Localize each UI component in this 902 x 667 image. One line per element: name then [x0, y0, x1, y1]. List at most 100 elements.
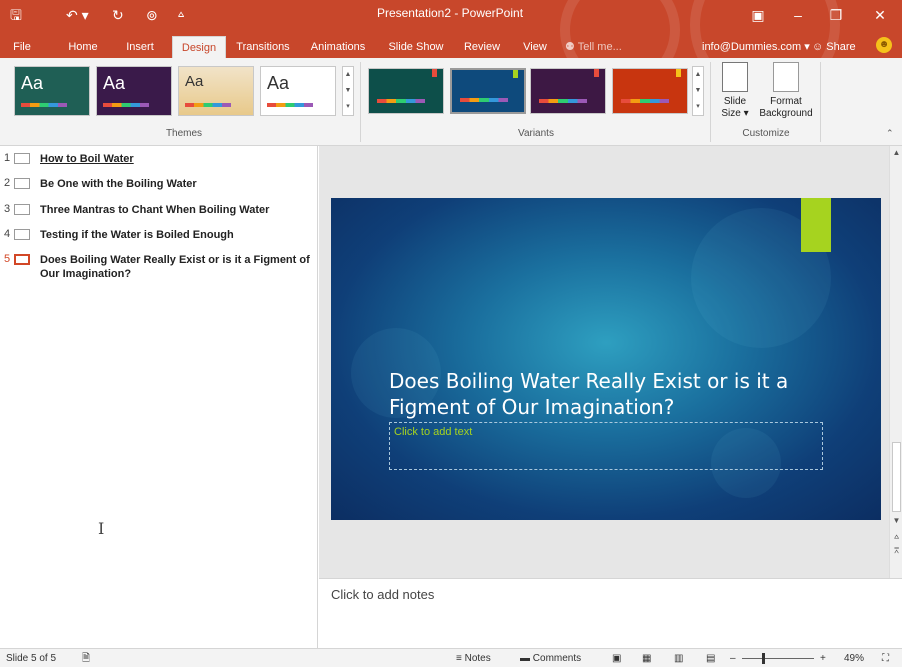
current-slide[interactable]: Does Boiling Water Really Exist or is it…	[331, 198, 881, 520]
group-separator	[710, 62, 711, 142]
zoom-in-icon[interactable]: +	[820, 652, 826, 665]
themes-gallery-scroll[interactable]: ▲ ▼ ▾	[342, 66, 354, 116]
outline-text[interactable]: Does Boiling Water Really Exist or is it…	[40, 253, 310, 281]
zoom-slider[interactable]	[742, 658, 814, 659]
share-button[interactable]: ☺ Share	[812, 36, 856, 58]
zoom-slider-thumb[interactable]	[762, 653, 765, 664]
chevron-down-icon: ▾	[804, 41, 810, 53]
save-icon[interactable]: 🖫	[10, 4, 22, 26]
tell-me-text: Tell me...	[577, 41, 622, 53]
tell-me-box[interactable]: ⚉ Tell me...	[565, 36, 622, 58]
slide-editing-area[interactable]: Does Boiling Water Really Exist or is it…	[319, 146, 889, 578]
ribbon-tabs: File Home Insert Design Transitions Anim…	[0, 34, 902, 58]
zoom-level[interactable]: 49%	[844, 652, 864, 665]
normal-view-icon[interactable]: ▣	[612, 652, 621, 665]
account-menu[interactable]: info@Dummies.com ▾	[702, 36, 810, 58]
slide-icon	[14, 178, 30, 189]
theme-aa: Aa	[185, 73, 204, 90]
theme-thumbnail[interactable]: Aa	[14, 66, 90, 116]
undo-icon[interactable]: ↶ ▾	[66, 4, 89, 26]
variant-thumbnail[interactable]	[530, 68, 606, 114]
minimize-button[interactable]: –	[782, 3, 814, 27]
variants-group-label: Variants	[518, 128, 554, 139]
slide-title[interactable]: Does Boiling Water Really Exist or is it…	[389, 368, 829, 420]
outline-pane[interactable]: 1 How to Boil Water 2 Be One with the Bo…	[0, 146, 318, 648]
tab-slide-show[interactable]: Slide Show	[386, 36, 446, 58]
fit-to-window-icon[interactable]: ⛶	[882, 652, 889, 665]
slide-show-icon[interactable]: ▤	[706, 652, 715, 665]
theme-thumbnail[interactable]: Aa	[260, 66, 336, 116]
next-slide-icon[interactable]: ⩞	[892, 546, 901, 556]
scroll-up-icon[interactable]: ▲	[892, 148, 901, 157]
slide-icon	[14, 204, 30, 215]
tab-insert[interactable]: Insert	[120, 36, 160, 58]
slide-icon	[14, 153, 30, 164]
slide-size-button[interactable]: Slide Size ▾	[714, 62, 756, 120]
variant-thumbnail[interactable]	[612, 68, 688, 114]
notes-icon: ≡	[456, 653, 462, 664]
repeat-icon[interactable]: ↻	[112, 4, 124, 26]
account-email: info@Dummies.com	[702, 41, 802, 53]
slide-number: 2	[4, 177, 11, 189]
start-from-beginning-icon[interactable]: ⊚	[146, 4, 158, 26]
notes-pane[interactable]: Click to add notes	[319, 578, 902, 648]
restore-button[interactable]: ❐	[820, 3, 852, 27]
outline-text[interactable]: Be One with the Boiling Water	[40, 177, 310, 191]
paint-bucket-icon	[773, 62, 799, 92]
notes-placeholder[interactable]: Click to add notes	[331, 587, 434, 602]
tab-animations[interactable]: Animations	[306, 36, 370, 58]
format-background-button[interactable]: Format Background	[756, 62, 816, 120]
slide-accent-bar	[801, 198, 831, 252]
format-background-label-2: Background	[759, 108, 813, 119]
slide-count: Slide 5 of 5	[6, 653, 57, 664]
scrollbar-thumb[interactable]	[892, 442, 901, 512]
tab-transitions[interactable]: Transitions	[232, 36, 294, 58]
themes-group-label: Themes	[165, 128, 203, 139]
tab-review[interactable]: Review	[460, 36, 504, 58]
variant-thumbnail[interactable]	[368, 68, 444, 114]
variant-thumbnail[interactable]	[450, 68, 526, 114]
slide-size-icon	[722, 62, 748, 92]
theme-thumbnail[interactable]: Aa	[178, 66, 254, 116]
slide-icon	[14, 254, 30, 265]
collapse-ribbon-icon[interactable]: ⌃	[886, 128, 894, 139]
chevron-down-icon: ▾	[743, 108, 749, 119]
tab-view[interactable]: View	[518, 36, 552, 58]
outline-text[interactable]: Three Mantras to Chant When Boiling Wate…	[40, 203, 310, 217]
status-bar: Slide 5 of 5 🗎 ≡ Notes ▬ Comments ▣ ▦ ▥ …	[0, 648, 902, 667]
design-ribbon: Aa Aa Aa Aa ▲ ▼ ▾ Themes ▲ ▼ ▾ Variants Slid…	[0, 58, 902, 146]
outline-text[interactable]: How to Boil Water	[40, 152, 310, 166]
group-separator	[360, 62, 361, 142]
subtitle-placeholder[interactable]: Click to add text	[389, 422, 823, 470]
person-icon: ☺	[812, 41, 824, 53]
tab-design[interactable]: Design	[172, 36, 226, 58]
theme-aa: Aa	[267, 73, 290, 93]
variants-gallery-scroll[interactable]: ▲ ▼ ▾	[692, 66, 704, 116]
slide-icon	[14, 229, 30, 240]
slide-size-label-2: Size	[721, 108, 741, 119]
outline-text[interactable]: Testing if the Water is Boiled Enough	[40, 228, 310, 242]
zoom-out-icon[interactable]: –	[730, 652, 736, 665]
reading-view-icon[interactable]: ▥	[674, 652, 683, 665]
previous-slide-icon[interactable]: ⩟	[892, 532, 901, 542]
text-cursor-icon: I	[98, 519, 105, 538]
scroll-down-icon[interactable]: ▼	[892, 516, 901, 525]
slide-number: 3	[4, 203, 11, 215]
ribbon-display-options-icon[interactable]: ▣	[742, 3, 774, 27]
spell-check-icon[interactable]: 🗎	[82, 652, 90, 665]
share-label: Share	[826, 41, 856, 53]
format-background-label: Format	[770, 96, 802, 107]
comments-toggle[interactable]: ▬ Comments	[520, 652, 581, 665]
title-bar: 🖫 ↶ ▾ ↻ ⊚ ⩟ Presentation2 - PowerPoint ▣…	[0, 0, 902, 58]
feedback-smiley-icon[interactable]: ☻	[876, 37, 892, 53]
slide-number: 5	[4, 253, 11, 265]
tab-file[interactable]: File	[8, 36, 36, 58]
theme-thumbnail[interactable]: Aa	[96, 66, 172, 116]
notes-toggle[interactable]: ≡ Notes	[456, 652, 491, 665]
customize-qat-icon[interactable]: ⩟	[178, 4, 184, 26]
close-button[interactable]: ✕	[864, 3, 896, 27]
slide-sorter-icon[interactable]: ▦	[642, 652, 651, 665]
tab-home[interactable]: Home	[64, 36, 102, 58]
vertical-scrollbar[interactable]: ▲ ▼ ⩟ ⩞	[889, 146, 902, 578]
comments-label: Comments	[532, 653, 582, 664]
